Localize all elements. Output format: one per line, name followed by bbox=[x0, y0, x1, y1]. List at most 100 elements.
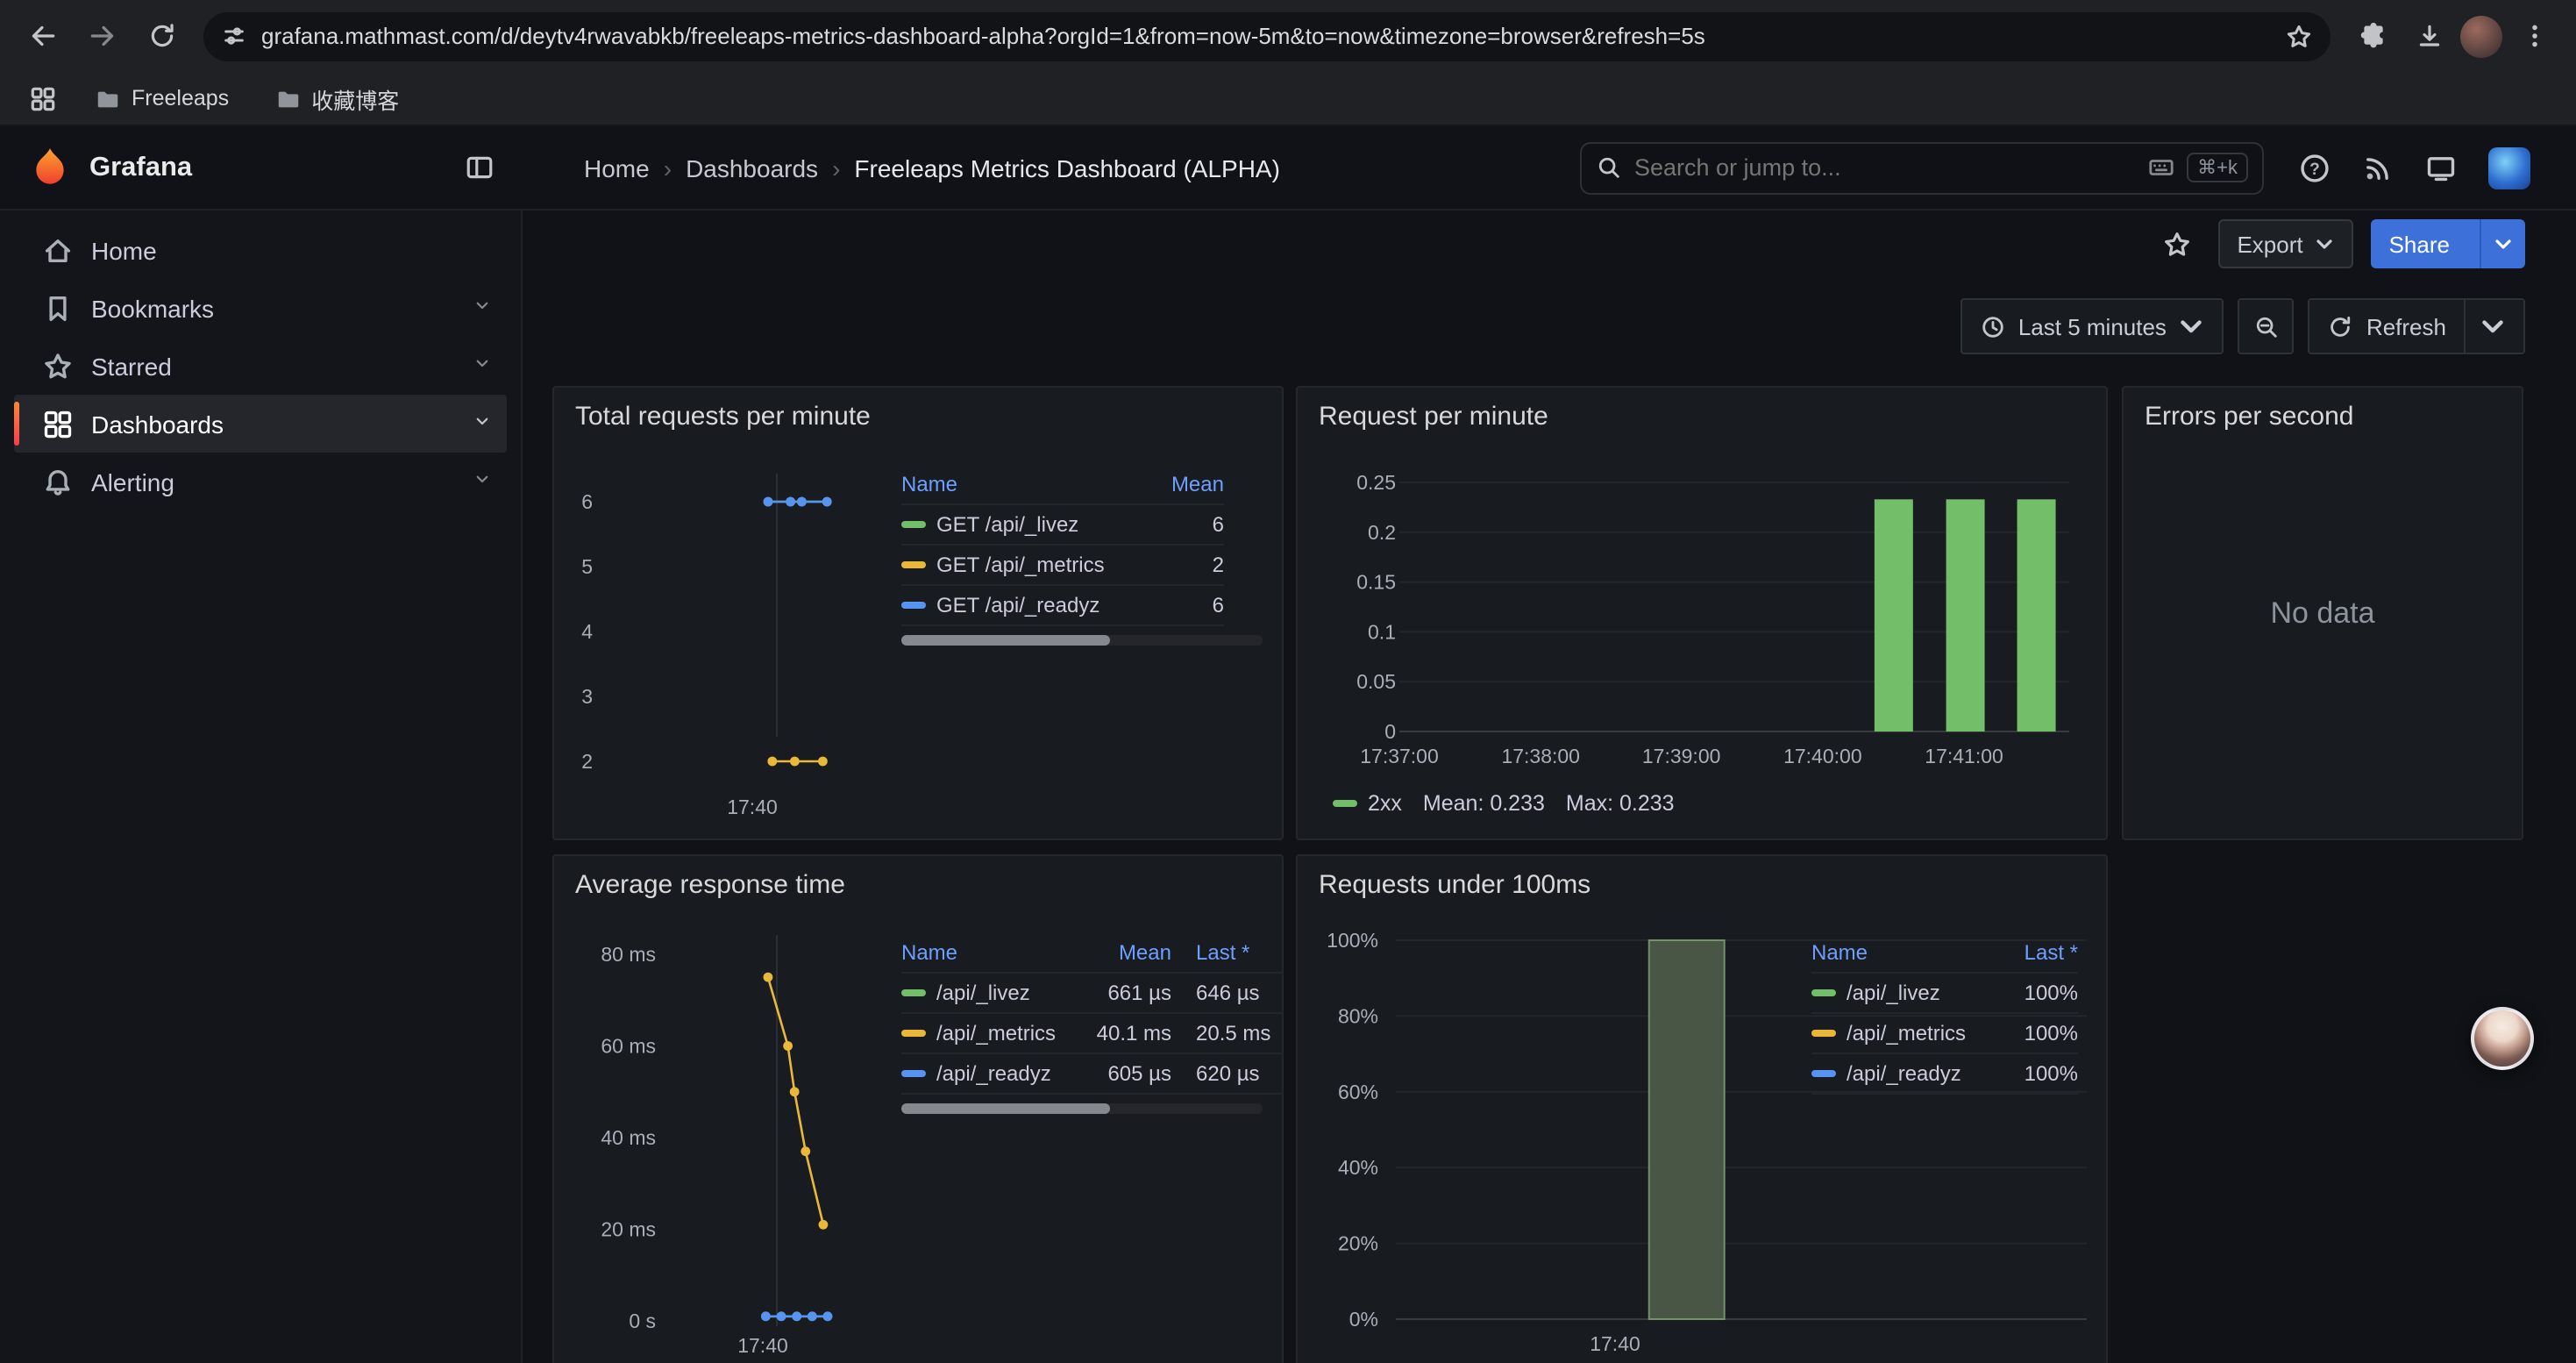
apps-grid-icon[interactable] bbox=[21, 77, 63, 119]
sidebar-item-dashboards[interactable]: Dashboards bbox=[14, 395, 507, 453]
brand-name: Grafana bbox=[89, 152, 438, 183]
legend-header[interactable]: Name bbox=[901, 940, 1080, 965]
legend-value: 661 µs bbox=[1080, 981, 1171, 1005]
sidebar-toggle-icon[interactable] bbox=[456, 145, 502, 190]
series-name[interactable]: /api/_readyz bbox=[936, 1061, 1051, 1086]
bell-icon bbox=[42, 466, 74, 497]
series-name[interactable]: GET /api/_livez bbox=[936, 512, 1078, 537]
series-name[interactable]: GET /api/_metrics bbox=[936, 553, 1105, 577]
svg-text:17:39:00: 17:39:00 bbox=[1642, 745, 1721, 767]
svg-text:40%: 40% bbox=[1338, 1156, 1378, 1179]
legend-row[interactable]: /api/_metrics40.1 ms20.5 ms bbox=[901, 1014, 1284, 1054]
legend-series-label[interactable]: 2xx bbox=[1368, 791, 1402, 816]
legend-scrollbar[interactable] bbox=[901, 1103, 1263, 1114]
breadcrumb: Home › Dashboards › Freeleaps Metrics Da… bbox=[584, 153, 1280, 182]
favorite-star-icon[interactable] bbox=[2154, 221, 2200, 267]
legend-header[interactable]: Mean bbox=[1119, 472, 1224, 496]
address-bar[interactable] bbox=[203, 11, 2330, 61]
svg-text:0.15: 0.15 bbox=[1356, 571, 1396, 594]
breadcrumb-dashboards[interactable]: Dashboards bbox=[686, 153, 818, 182]
scrollbar-thumb[interactable] bbox=[901, 635, 1111, 646]
legend-header[interactable]: Mean bbox=[1080, 940, 1171, 965]
downloads-icon[interactable] bbox=[2404, 11, 2453, 61]
chevron-down-icon[interactable] bbox=[472, 408, 493, 439]
sidebar-item-label: Bookmarks bbox=[91, 294, 454, 322]
svg-text:17:40: 17:40 bbox=[1590, 1332, 1640, 1355]
refresh-interval-caret[interactable] bbox=[2464, 300, 2506, 353]
chevron-down-icon bbox=[2494, 234, 2513, 253]
chevron-down-icon bbox=[2480, 313, 2506, 339]
site-settings-icon[interactable] bbox=[221, 23, 247, 49]
browser-menu-icon[interactable] bbox=[2509, 11, 2558, 61]
series-name[interactable]: /api/_metrics bbox=[1847, 1021, 1966, 1045]
user-avatar[interactable] bbox=[2488, 146, 2530, 189]
svg-text:0 s: 0 s bbox=[629, 1309, 656, 1332]
legend-header[interactable]: Last * bbox=[1171, 940, 1284, 965]
legend-row[interactable]: /api/_readyz605 µs620 µs bbox=[901, 1054, 1284, 1095]
requests-per-minute-chart[interactable]: 00.050.10.150.20.2517:37:0017:38:0017:39… bbox=[1298, 388, 2108, 840]
chevron-down-icon[interactable] bbox=[472, 350, 493, 382]
series-name[interactable]: /api/_livez bbox=[1847, 981, 1940, 1005]
legend-row[interactable]: /api/_livez661 µs646 µs bbox=[901, 974, 1284, 1014]
series-name[interactable]: /api/_livez bbox=[936, 981, 1030, 1005]
search-input[interactable] bbox=[1634, 154, 2136, 181]
chevron-down-icon[interactable] bbox=[472, 466, 493, 497]
requests-under-100ms-chart[interactable]: 0%20%40%60%80%100%17:40 bbox=[1298, 856, 2108, 1363]
sidebar-item-alerting[interactable]: Alerting bbox=[14, 453, 507, 510]
share-label: Share bbox=[2372, 219, 2467, 268]
legend-header[interactable]: Last * bbox=[1996, 940, 2078, 965]
url-input[interactable] bbox=[261, 23, 2271, 49]
keyboard-icon bbox=[2148, 154, 2174, 181]
svg-text:?: ? bbox=[2309, 160, 2320, 178]
back-button[interactable] bbox=[18, 11, 67, 61]
sidebar-item-home[interactable]: Home bbox=[14, 221, 507, 279]
legend-row[interactable]: GET /api/_metrics2 bbox=[901, 546, 1224, 586]
legend-value: 20.5 ms bbox=[1171, 1021, 1284, 1045]
folder-icon bbox=[95, 85, 121, 111]
legend-row[interactable]: GET /api/_livez6 bbox=[901, 505, 1224, 546]
bookmark-folder-blogs[interactable]: 收藏博客 bbox=[260, 76, 413, 120]
sidebar-item-starred[interactable]: Starred bbox=[14, 337, 507, 395]
grafana-logo-icon[interactable] bbox=[28, 146, 72, 189]
share-button[interactable]: Share bbox=[2372, 219, 2525, 268]
scrollbar-thumb[interactable] bbox=[901, 1103, 1111, 1114]
floating-assistant-avatar[interactable] bbox=[2471, 1007, 2534, 1070]
legend-header[interactable]: Name bbox=[1811, 940, 1996, 965]
forward-button[interactable] bbox=[77, 11, 126, 61]
panel-errors-per-second: Errors per second No data bbox=[2122, 386, 2523, 840]
svg-text:17:37:00: 17:37:00 bbox=[1360, 745, 1439, 767]
legend-row[interactable]: /api/_readyz100% bbox=[1811, 1054, 2078, 1095]
zoom-out-button[interactable] bbox=[2238, 298, 2295, 354]
breadcrumb-home[interactable]: Home bbox=[584, 153, 650, 182]
share-menu-caret[interactable] bbox=[2480, 219, 2525, 268]
series-color-swatch bbox=[901, 1070, 926, 1077]
series-name[interactable]: GET /api/_readyz bbox=[936, 593, 1099, 617]
refresh-button[interactable]: Refresh bbox=[2309, 298, 2525, 354]
refresh-label: Refresh bbox=[2366, 313, 2446, 339]
sidebar-item-bookmarks[interactable]: Bookmarks bbox=[14, 279, 507, 337]
legend-row[interactable]: /api/_livez100% bbox=[1811, 974, 2078, 1014]
series-color-swatch bbox=[1811, 989, 1836, 996]
bookmark-star-icon[interactable] bbox=[2285, 22, 2313, 50]
chevron-down-icon[interactable] bbox=[472, 292, 493, 324]
extensions-icon[interactable] bbox=[2348, 11, 2397, 61]
help-icon[interactable]: ? bbox=[2299, 152, 2330, 183]
bookmark-folder-freeleaps[interactable]: Freeleaps bbox=[81, 80, 243, 117]
svg-text:17:38:00: 17:38:00 bbox=[1501, 745, 1580, 767]
toolbar-actions bbox=[2348, 11, 2558, 61]
browser-profile-avatar[interactable] bbox=[2460, 15, 2502, 57]
reload-button[interactable] bbox=[137, 11, 186, 61]
time-range-picker[interactable]: Last 5 minutes bbox=[1960, 298, 2224, 354]
export-button[interactable]: Export bbox=[2217, 219, 2353, 268]
legend-row[interactable]: GET /api/_readyz6 bbox=[901, 586, 1224, 626]
legend-row[interactable]: /api/_metrics100% bbox=[1811, 1014, 2078, 1054]
svg-text:40 ms: 40 ms bbox=[601, 1126, 656, 1149]
kiosk-monitor-icon[interactable] bbox=[2425, 152, 2457, 183]
panel-requests-under-100ms: Requests under 100ms 0%20%40%60%80%100%1… bbox=[1296, 854, 2108, 1363]
search-box[interactable]: ⌘+k bbox=[1580, 141, 2264, 194]
series-name[interactable]: /api/_metrics bbox=[936, 1021, 1056, 1045]
legend-header[interactable]: Name bbox=[901, 472, 1119, 496]
news-rss-icon[interactable] bbox=[2362, 152, 2394, 183]
legend-scrollbar[interactable] bbox=[901, 635, 1263, 646]
series-name[interactable]: /api/_readyz bbox=[1847, 1061, 1961, 1086]
